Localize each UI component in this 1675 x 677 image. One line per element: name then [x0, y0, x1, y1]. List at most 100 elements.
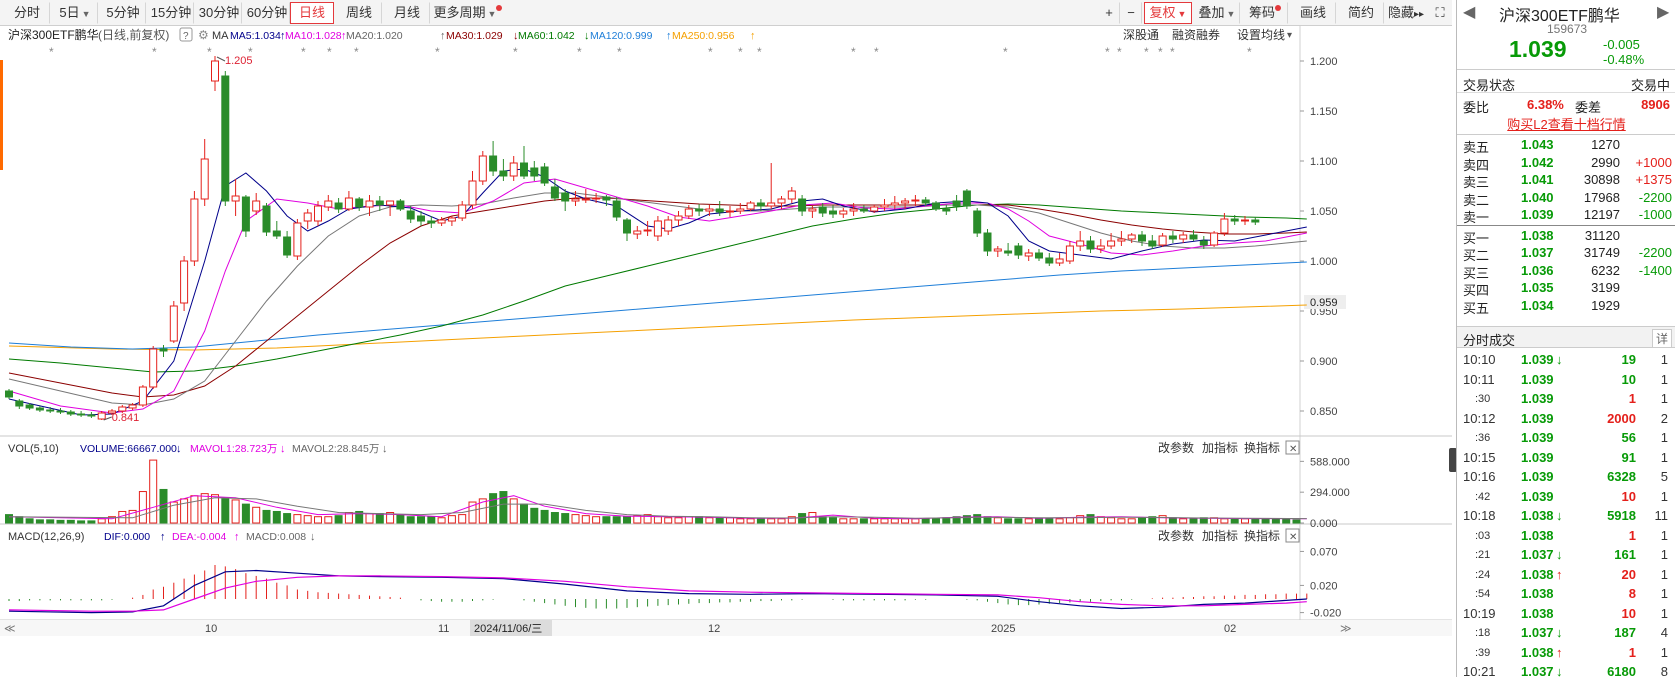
ask-level-row[interactable]: 卖三 1.041 30898 +1375	[1457, 171, 1675, 190]
candle-down[interactable]	[159, 348, 168, 352]
candle-up[interactable]	[839, 210, 848, 215]
candle-down[interactable]	[66, 411, 75, 415]
candle-up[interactable]	[200, 158, 209, 200]
candle-down[interactable]	[829, 210, 837, 215]
candle-down[interactable]	[272, 230, 281, 237]
overlay-button[interactable]: 叠加 ▼	[1194, 2, 1240, 24]
candle-down[interactable]	[417, 215, 425, 222]
candle-down[interactable]	[695, 208, 704, 212]
period-tab-daily[interactable]: 日线	[290, 2, 334, 24]
candle-up[interactable]	[1065, 245, 1074, 262]
adjust-price-button[interactable]: 复权 ▼	[1144, 2, 1192, 24]
candle-down[interactable]	[489, 155, 498, 172]
candle-down[interactable]	[756, 202, 765, 207]
candle-down[interactable]	[499, 170, 508, 177]
candle-down[interactable]	[375, 200, 384, 206]
candle-up[interactable]	[674, 215, 683, 221]
candle-up[interactable]	[911, 199, 920, 202]
candle-down[interactable]	[87, 414, 96, 417]
period-tab-60min[interactable]: 60分钟	[244, 2, 290, 24]
candle-up[interactable]	[138, 386, 147, 406]
candle-down[interactable]	[715, 208, 724, 213]
candle-down[interactable]	[35, 407, 44, 411]
candle-up[interactable]	[653, 220, 662, 237]
bid-level-row[interactable]: 买五 1.034 1929	[1457, 297, 1675, 316]
ask-level-row[interactable]: 卖五 1.043 1270	[1457, 136, 1675, 155]
candle-up[interactable]	[849, 208, 858, 212]
candle-down[interactable]	[5, 390, 13, 398]
candle-up[interactable]	[592, 197, 601, 200]
chips-button[interactable]: 筹码	[1242, 2, 1288, 24]
fullscreen-button[interactable]: ⛶	[1430, 2, 1450, 24]
candle-down[interactable]	[942, 208, 951, 212]
candle-up[interactable]	[118, 406, 127, 412]
candle-down[interactable]	[1189, 234, 1198, 240]
candle-down[interactable]	[221, 75, 230, 202]
candle-down[interactable]	[56, 410, 65, 413]
candle-down[interactable]	[932, 202, 940, 210]
candle-up[interactable]	[324, 200, 333, 208]
candle-down[interactable]	[612, 200, 621, 218]
candle-down[interactable]	[1045, 257, 1054, 264]
candle-down[interactable]	[1148, 240, 1157, 247]
candle-up[interactable]	[303, 212, 312, 222]
candle-up[interactable]	[746, 202, 755, 210]
candle-up[interactable]	[1210, 232, 1219, 246]
candle-up[interactable]	[643, 229, 652, 232]
candle-up[interactable]	[1127, 234, 1136, 240]
simple-mode-button[interactable]: 简约	[1338, 2, 1384, 24]
zoom-in-button[interactable]: +	[1098, 2, 1120, 24]
candle-down[interactable]	[1230, 218, 1239, 222]
candle-down[interactable]	[623, 219, 631, 234]
candle-up[interactable]	[293, 222, 302, 257]
candle-up[interactable]	[736, 208, 745, 212]
candle-down[interactable]	[818, 206, 827, 214]
candle-down[interactable]	[798, 198, 807, 212]
next-stock-icon[interactable]: ▶	[1657, 2, 1669, 22]
kline-chart[interactable]: 1.2001.1501.1001.0501.0000.9500.9000.850…	[0, 26, 1452, 677]
prev-stock-icon[interactable]: ◀	[1463, 2, 1475, 22]
bid-level-row[interactable]: 买四 1.035 3199	[1457, 279, 1675, 298]
draw-line-button[interactable]: 画线	[1290, 2, 1336, 24]
candle-up[interactable]	[509, 162, 518, 177]
candle-down[interactable]	[540, 166, 549, 184]
candle-down[interactable]	[396, 200, 405, 210]
candle-down[interactable]	[962, 190, 971, 207]
period-tab-intraday[interactable]: 分时	[4, 2, 50, 24]
candle-up[interactable]	[571, 198, 580, 202]
period-tab-30min[interactable]: 30分钟	[196, 2, 242, 24]
candle-up[interactable]	[1107, 240, 1116, 247]
period-tab-15min[interactable]: 15分钟	[148, 2, 194, 24]
candle-down[interactable]	[520, 162, 528, 177]
candle-up[interactable]	[180, 260, 189, 304]
candle-down[interactable]	[15, 400, 24, 407]
candle-up[interactable]	[890, 202, 899, 206]
hide-button[interactable]: 隐藏▸▸	[1384, 2, 1428, 24]
zoom-out-button[interactable]: −	[1120, 2, 1142, 24]
bid-level-row[interactable]: 买一 1.038 31120	[1457, 227, 1675, 246]
candle-up[interactable]	[880, 204, 889, 208]
candle-down[interactable]	[1004, 250, 1013, 254]
candle-down[interactable]	[25, 404, 34, 409]
candle-down[interactable]	[1199, 240, 1208, 246]
candle-down[interactable]	[427, 220, 436, 224]
bid-level-row[interactable]: 买二 1.037 31749 -2200	[1457, 244, 1675, 263]
candle-up[interactable]	[1055, 258, 1064, 264]
candle-up[interactable]	[808, 208, 817, 212]
period-tab-5day[interactable]: 5日 ▼	[52, 2, 98, 24]
candle-up[interactable]	[190, 198, 199, 262]
candle-up[interactable]	[458, 204, 467, 219]
candle-down[interactable]	[983, 232, 992, 252]
candle-up[interactable]	[128, 404, 137, 409]
candle-down[interactable]	[355, 198, 364, 208]
candle-up[interactable]	[1220, 218, 1229, 234]
candle-up[interactable]	[684, 208, 693, 217]
candle-up[interactable]	[1024, 252, 1033, 257]
candle-down[interactable]	[550, 186, 559, 199]
candle-down[interactable]	[1168, 235, 1177, 240]
candle-up[interactable]	[478, 155, 487, 182]
candle-up[interactable]	[633, 230, 642, 235]
candle-up[interactable]	[252, 200, 261, 212]
candle-down[interactable]	[1035, 252, 1043, 259]
candle-up[interactable]	[787, 190, 796, 200]
